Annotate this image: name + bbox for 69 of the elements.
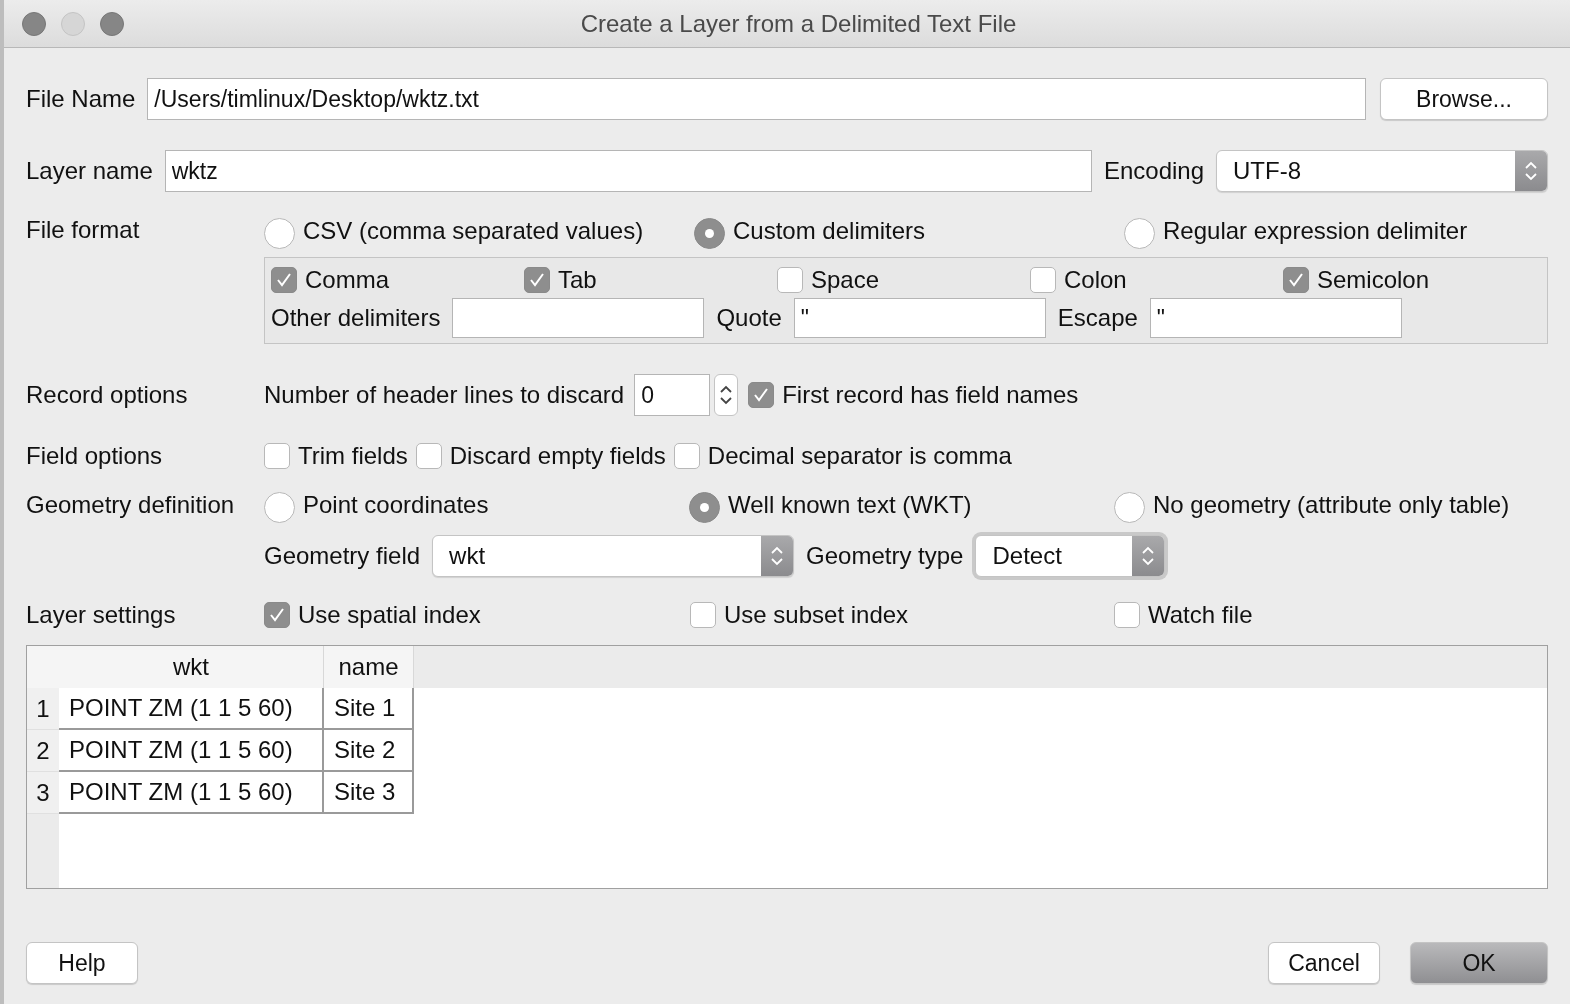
up-down-arrows-icon xyxy=(1141,544,1156,568)
up-down-arrows-icon xyxy=(719,383,734,407)
field-label: Geometry field xyxy=(264,542,421,570)
checkbox[interactable]: Colon xyxy=(1030,266,1283,294)
column-header[interactable]: name xyxy=(324,646,414,688)
radio-button[interactable]: Well known text (WKT) xyxy=(689,486,1114,523)
geometry-field-select[interactable]: wkt xyxy=(432,535,795,577)
checkbox[interactable]: Use spatial index xyxy=(264,601,690,629)
close-button[interactable] xyxy=(22,11,46,36)
checkbox[interactable]: First record has field names xyxy=(748,381,1079,409)
up-down-arrows-icon xyxy=(1524,159,1538,183)
browse-button[interactable]: Browse... xyxy=(1380,78,1548,120)
section-label: Record options xyxy=(26,381,189,409)
table-cell: Site 1 xyxy=(324,688,414,730)
encoding-select[interactable]: UTF-8 xyxy=(1216,150,1548,192)
file-name-field[interactable]: /Users/timlinux/Desktop/wktz.txt xyxy=(147,78,1366,120)
checkbox[interactable]: Comma xyxy=(271,266,524,294)
field-label: Encoding xyxy=(1103,157,1204,185)
checkmark-icon xyxy=(268,606,286,624)
header-lines-field[interactable]: 0 xyxy=(634,374,711,416)
table-cell: POINT ZM (1 1 5 60) xyxy=(59,730,324,772)
spin-buttons[interactable] xyxy=(714,374,739,416)
radio-button[interactable]: Regular expression delimiter xyxy=(1124,212,1548,249)
dialog-button[interactable]: Help xyxy=(26,942,138,984)
section-label: Layer settings xyxy=(26,601,177,629)
column-header[interactable]: wkt xyxy=(59,646,324,688)
checkbox[interactable]: Space xyxy=(777,266,1030,294)
field-label: File Name xyxy=(26,85,136,113)
quote-field[interactable]: " xyxy=(793,298,1046,338)
geometry-type-select[interactable]: Detect xyxy=(975,535,1166,577)
field-label: Quote xyxy=(716,304,782,332)
checkbox[interactable]: Semicolon xyxy=(1283,266,1541,294)
checkbox[interactable]: Decimal separator is comma xyxy=(673,442,1012,470)
checkmark-icon xyxy=(528,271,546,289)
radio-button[interactable]: Point coordinates xyxy=(264,486,689,523)
window-title: Create a Layer from a Delimited Text File xyxy=(579,9,1018,38)
radio-button[interactable]: Custom delimiters xyxy=(694,212,1124,249)
checkmark-icon xyxy=(275,271,293,289)
table-cell: Site 3 xyxy=(324,772,414,814)
other-delimiters-field[interactable] xyxy=(452,298,705,338)
field-label: Escape xyxy=(1057,304,1138,332)
row-number: 3 xyxy=(27,772,59,814)
field-label: Geometry type xyxy=(806,542,964,570)
checkbox[interactable]: Tab xyxy=(524,266,777,294)
radio-button[interactable]: No geometry (attribute only table) xyxy=(1114,486,1548,523)
layer-name-field[interactable]: wktz xyxy=(164,150,1092,192)
table-cell: Site 2 xyxy=(324,730,414,772)
checkbox[interactable]: Watch file xyxy=(1114,601,1548,629)
row-number: 1 xyxy=(27,688,59,730)
field-label: Number of header lines to discard xyxy=(264,381,625,409)
section-label: Geometry definition xyxy=(26,490,236,519)
field-label: Layer name xyxy=(26,157,153,185)
checkbox[interactable]: Discard empty fields xyxy=(415,442,666,470)
field-label: Other delimiters xyxy=(271,304,441,332)
escape-field[interactable]: " xyxy=(1149,298,1402,338)
ok-button[interactable]: OK xyxy=(1410,942,1548,984)
checkbox[interactable]: Use subset index xyxy=(690,601,1114,629)
checkmark-icon xyxy=(1287,271,1305,289)
up-down-arrows-icon xyxy=(770,544,785,568)
checkmark-icon xyxy=(752,386,771,404)
table-cell: POINT ZM (1 1 5 60) xyxy=(59,688,324,730)
section-label: File format xyxy=(26,216,141,244)
section-label: Field options xyxy=(26,442,164,470)
row-number: 2 xyxy=(27,730,59,772)
checkbox[interactable]: Trim fields xyxy=(264,442,408,470)
zoom-button[interactable] xyxy=(100,11,124,36)
dialog-button[interactable]: Cancel xyxy=(1268,942,1380,984)
radio-button[interactable]: CSV (comma separated values) xyxy=(264,212,694,249)
table-cell: POINT ZM (1 1 5 60) xyxy=(59,772,324,814)
